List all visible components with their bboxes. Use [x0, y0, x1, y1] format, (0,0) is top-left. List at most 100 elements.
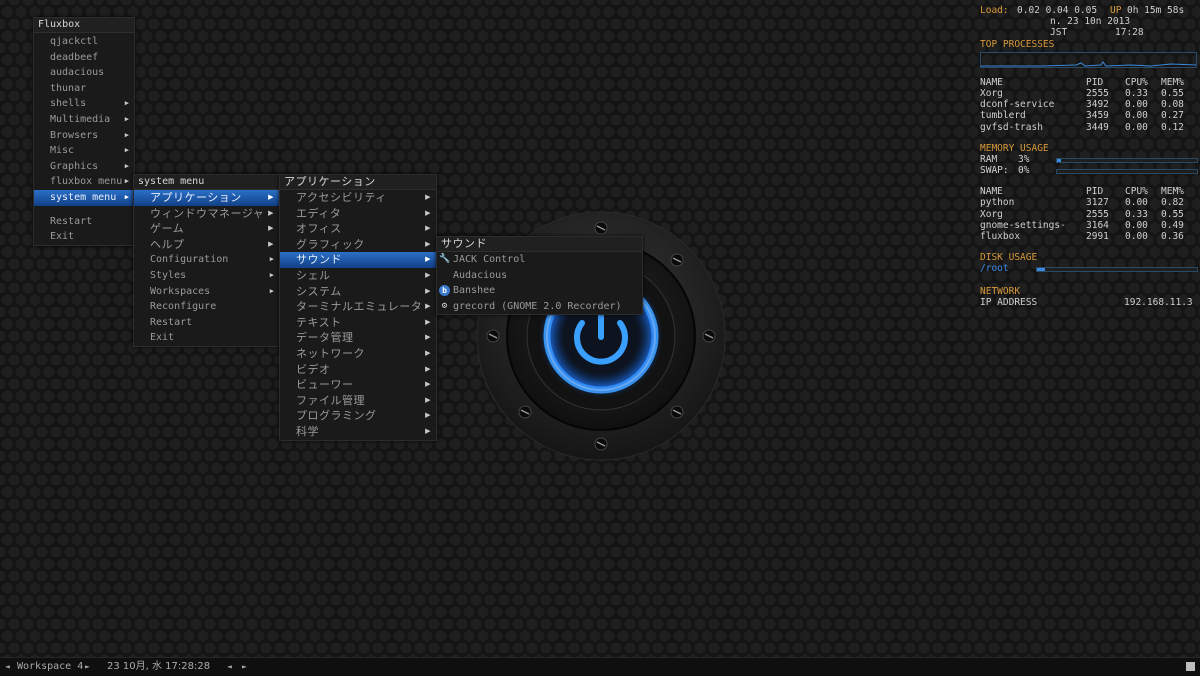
menu-item-label: shells — [50, 98, 87, 110]
menu-item-item[interactable]: ビデオ ▶ — [280, 362, 436, 378]
menu-item-label: サウンド — [296, 253, 342, 267]
table-cell: 0.33 — [1125, 208, 1148, 220]
submenu-arrow-icon: ▶ — [268, 224, 274, 233]
submenu-arrow-icon: ▶ — [425, 333, 431, 342]
menu-item-label: qjackctl — [50, 36, 99, 47]
menu-item-item[interactable]: データ管理 ▶ — [280, 330, 436, 346]
menu-item-item[interactable]: サウンド ▶ — [280, 252, 436, 268]
ram-label: RAM — [980, 153, 998, 165]
window-next-button[interactable]: ► — [242, 658, 247, 676]
menu-item-thunar[interactable]: thunar — [34, 81, 134, 97]
menu-item-audacious[interactable]: Audacious — [437, 268, 642, 284]
clock: 23 10月, 水 17:28:28 — [107, 661, 211, 672]
menu-item-system-menu[interactable]: system menu ▶ — [34, 189, 134, 206]
column-header: CPU% — [1125, 186, 1148, 198]
menu-item-banshee[interactable]: b Banshee — [437, 283, 642, 299]
table-row: gvfsd-trash 3449 0.00 0.12 — [980, 122, 1200, 133]
menu-item-label: system menu — [50, 191, 117, 203]
menu-item-item[interactable]: グラフィック ▶ — [280, 237, 436, 253]
menu-item-item[interactable]: システム ▶ — [280, 284, 436, 300]
menu-item-deadbeef[interactable]: deadbeef — [34, 50, 134, 66]
table-cell: 3459 — [1086, 110, 1109, 122]
conky-monitor: Load: 0.02 0.04 0.05 UP 0h 15m 58s n. 23… — [980, 5, 1200, 308]
menu-item-shells[interactable]: shells ▶ — [34, 96, 134, 112]
menu-item-reconfigure[interactable]: Reconfigure — [134, 299, 279, 315]
swap-value: 0% — [1018, 165, 1030, 177]
fluxbox-root-menu: Fluxbox qjackctl deadbeef audacious thunar s… — [33, 17, 135, 246]
menu-item-item[interactable]: ウィンドウマネージャ ▶ — [134, 206, 279, 222]
menu-item-browsers[interactable]: Browsers ▶ — [34, 128, 134, 144]
menu-item-exit[interactable]: Exit — [34, 229, 134, 245]
time-text: 17:28 — [1115, 27, 1144, 39]
workspace-name[interactable]: Workspace 4 — [17, 658, 83, 676]
menu-item-label: audacious — [50, 67, 105, 79]
table-cell: 0.36 — [1161, 231, 1184, 242]
menu-item-audacious[interactable]: audacious — [34, 65, 134, 81]
menu-item-item[interactable]: アクセシビリティ ▶ — [280, 190, 436, 206]
menu-item-qjackctl[interactable]: qjackctl — [34, 34, 134, 50]
menu-item-restart[interactable]: Restart — [34, 214, 134, 230]
submenu-arrow-icon: ▶ — [425, 317, 431, 326]
menu-item-label: deadbeef — [50, 51, 99, 63]
menu-item-item[interactable]: ゲーム ▶ — [134, 221, 279, 237]
ram-bar — [1056, 157, 1198, 163]
column-header: MEM% — [1161, 186, 1184, 198]
workspace-next-button[interactable]: ► — [85, 658, 90, 676]
submenu-arrow-icon: ▶ — [124, 99, 129, 108]
submenu-arrow-icon: ▶ — [268, 193, 274, 201]
column-header: PID — [1086, 76, 1104, 88]
recorder-icon: ⚙ — [441, 300, 448, 311]
menu-item-restart[interactable]: Restart — [134, 315, 279, 331]
systray-icon[interactable] — [1186, 662, 1195, 671]
load-values: 0.02 0.04 0.05 — [1017, 5, 1098, 16]
table-cell: gnome-settings- — [980, 219, 1066, 231]
menu-item-configuration[interactable]: Configuration ▶ — [134, 252, 279, 268]
submenu-arrow-icon: ▶ — [269, 270, 274, 279]
submenu-arrow-icon: ▶ — [425, 395, 431, 404]
menu-item-item[interactable]: ヘルプ ▶ — [134, 237, 279, 253]
load-label: Load: — [980, 5, 1009, 16]
menu-item-item[interactable]: ビューワー ▶ — [280, 377, 436, 393]
menu-item-label: JACK Control — [453, 254, 526, 265]
menu-item-graphics[interactable]: Graphics ▶ — [34, 159, 134, 175]
menu-item-styles[interactable]: Styles ▶ — [134, 268, 279, 284]
menu-item-item[interactable]: アプリケーション ▶ — [134, 190, 279, 206]
window-prev-button[interactable]: ◄ — [227, 658, 232, 676]
section-title: MEMORY USAGE — [980, 142, 1049, 154]
menu-item-item[interactable]: エディタ ▶ — [280, 206, 436, 222]
menu-item-item[interactable]: オフィス ▶ — [280, 221, 436, 237]
table-cell: 0.55 — [1161, 208, 1184, 220]
menu-item-item[interactable]: シェル ▶ — [280, 268, 436, 284]
menu-item-item[interactable]: 科学 ▶ — [280, 424, 436, 440]
menu-item-label: ネットワーク — [296, 346, 365, 360]
section-title: DISK USAGE — [980, 252, 1038, 264]
applications-submenu: アプリケーション アクセシビリティ ▶ エディタ ▶ オフィス ▶ グラフィック ▶ サウンド ▶… — [279, 174, 437, 441]
menu-item-gnome-sound-recorder[interactable]: ⚙ grecord (GNOME 2.0 Recorder) — [437, 299, 642, 315]
table-cell: 3492 — [1086, 99, 1109, 111]
menu-item-exit[interactable]: Exit — [134, 330, 279, 346]
submenu-arrow-icon: ▶ — [425, 270, 431, 279]
menu-item-fluxbox-menu[interactable]: fluxbox menu ▶ — [34, 174, 134, 190]
menu-item-label: fluxbox menu — [50, 176, 123, 188]
table-cell: 0.00 — [1125, 121, 1148, 133]
submenu-arrow-icon: ▶ — [124, 114, 129, 123]
table-cell: Xorg — [980, 87, 1003, 99]
table-row: gnome-settings- 3164 0.00 0.49 — [980, 220, 1200, 231]
workspace-prev-button[interactable]: ◄ — [5, 658, 10, 676]
menu-item-item[interactable]: テキスト ▶ — [280, 315, 436, 331]
menu-item-item[interactable]: ファイル管理 ▶ — [280, 393, 436, 409]
menu-item-jack-control[interactable]: 🔧 JACK Control — [437, 252, 642, 268]
menu-item-item[interactable]: プログラミング ▶ — [280, 408, 436, 424]
submenu-arrow-icon: ▶ — [425, 208, 431, 217]
menu-item-item[interactable]: ターミナルエミュレータ ▶ — [280, 299, 436, 315]
menu-item-misc[interactable]: Misc ▶ — [34, 143, 134, 159]
menu-item-label: Graphics — [50, 160, 99, 172]
submenu-arrow-icon: ▶ — [425, 364, 431, 373]
system-submenu: system menu アプリケーション ▶ ウィンドウマネージャ ▶ ゲーム ▶ ヘルプ ▶… — [133, 174, 280, 347]
submenu-arrow-icon: ▶ — [425, 224, 431, 233]
table-cell: fluxbox — [980, 231, 1021, 242]
menu-item-item[interactable]: ネットワーク ▶ — [280, 346, 436, 362]
menu-item-multimedia[interactable]: Multimedia ▶ — [34, 112, 134, 128]
menu-item-workspaces[interactable]: Workspaces ▶ — [134, 284, 279, 300]
menu-item-label: Reconfigure — [150, 301, 217, 313]
